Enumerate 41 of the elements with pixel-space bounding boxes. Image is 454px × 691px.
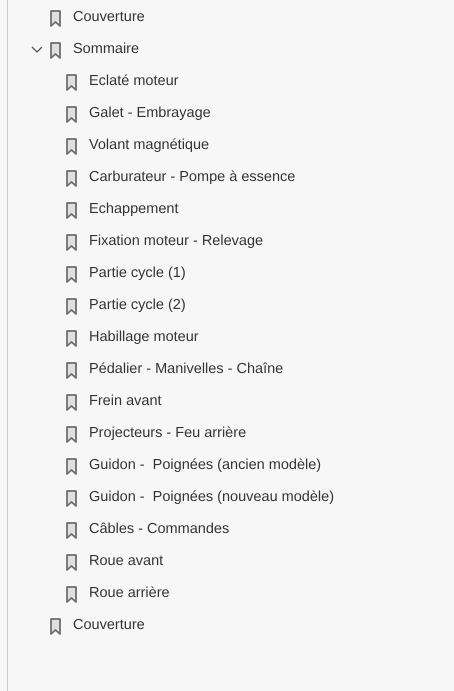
bookmark-icon [66,458,77,474]
bookmark-label[interactable]: Couverture [73,7,145,29]
bookmark-icon [66,266,77,282]
bookmark-label[interactable]: Guidon - Poignées (nouveau modèle) [89,487,334,509]
bookmark-icon [66,362,77,378]
bookmark-icon [66,330,77,346]
bookmark-label[interactable]: Guidon - Poignées (ancien modèle) [89,455,322,477]
chevron-icon [31,46,43,54]
bookmark-icon [66,490,77,506]
bookmark-label[interactable]: Eclaté moteur [89,71,178,93]
bookmark-icon [50,10,61,26]
bookmark-icon [66,106,77,122]
bookmark-icon [66,74,77,90]
bookmark-icon [66,170,77,186]
bookmark-label[interactable]: Couverture [73,615,145,637]
bookmark-label[interactable]: Carburateur - Pompe à essence [89,167,296,189]
bookmark-icon [66,138,77,154]
bookmark-label[interactable]: Pédalier - Manivelles - Chaîne [89,359,284,381]
bookmark-icon [66,586,77,602]
bookmark-icon [66,522,77,538]
bookmark-label[interactable]: Sommaire [73,39,140,61]
bookmark-label[interactable]: Galet - Embrayage [89,103,211,125]
bookmark-icon [50,618,61,634]
bookmark-icon [66,554,77,570]
bookmark-icon [66,202,77,218]
bookmark-label[interactable]: Roue avant [89,551,164,573]
bookmark-label[interactable]: Frein avant [89,391,162,413]
bookmark-label[interactable]: Roue arrière [89,583,170,605]
bookmark-label[interactable]: Echappement [89,199,178,221]
bookmark-label[interactable]: Volant magnétique [89,135,210,157]
bookmark-label[interactable]: Fixation moteur - Relevage [89,231,264,253]
bookmark-icon [66,394,77,410]
bookmark-icon [66,234,77,250]
bookmark-label[interactable]: Câbles - Commandes [89,519,230,541]
bookmark-icon [66,298,77,314]
bookmark-icon [50,42,61,58]
bookmark-label[interactable]: Habillage moteur [89,327,199,349]
bookmark-label[interactable]: Projecteurs - Feu arrière [89,423,246,445]
bookmark-icon [66,426,77,442]
bookmark-label[interactable]: Partie cycle (1) [89,263,186,285]
bookmark-label[interactable]: Partie cycle (2) [89,295,186,317]
